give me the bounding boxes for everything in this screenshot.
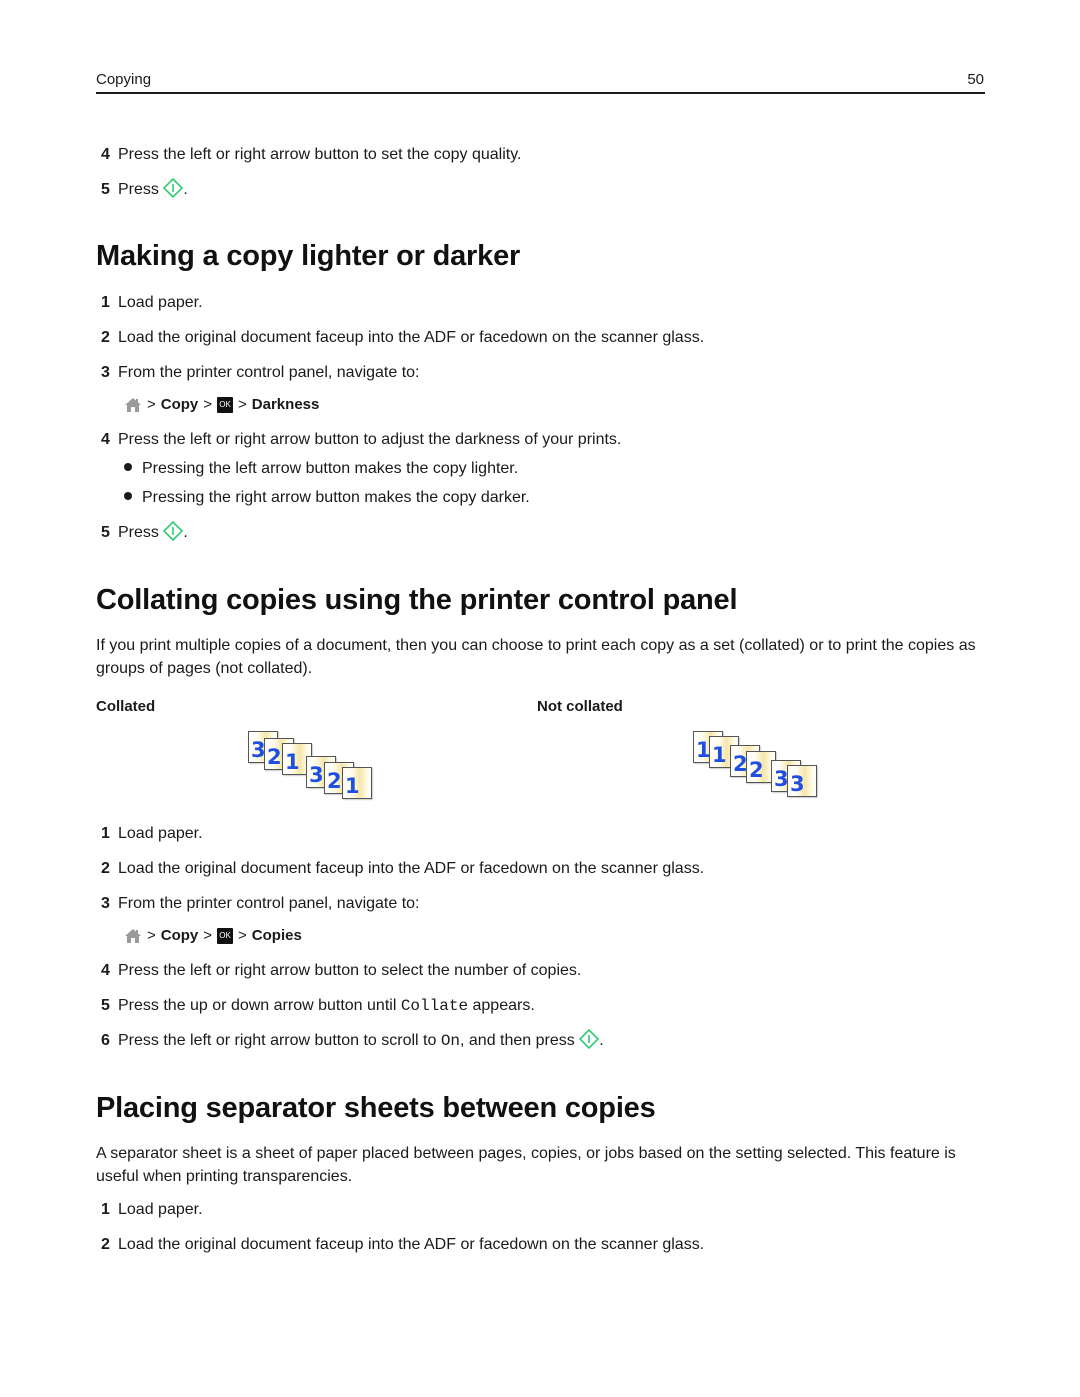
nav-item-copy: Copy bbox=[160, 396, 199, 413]
step-item: 3 From the printer control panel, navigat… bbox=[96, 363, 420, 383]
step-item: 5 Press . bbox=[96, 520, 188, 543]
step-item: 2 Load the original document faceup into … bbox=[96, 859, 704, 879]
step-number: 5 bbox=[101, 181, 110, 199]
page-number: 50 bbox=[967, 71, 984, 88]
home-icon bbox=[124, 928, 142, 944]
step-number: 5 bbox=[101, 997, 110, 1014]
page-sheet-number: 3 bbox=[309, 763, 324, 787]
page-sheet-number: 1 bbox=[712, 743, 727, 767]
page-sheet-number: 2 bbox=[267, 745, 282, 769]
step-item: 5 Press . bbox=[96, 177, 188, 200]
step-item: 4 Press the left or right arrow button to… bbox=[96, 961, 581, 981]
nav-item-copy: Copy bbox=[160, 927, 199, 944]
step-text: Press the left or right arrow button to … bbox=[118, 146, 522, 163]
not-collated-label: Not collated bbox=[537, 698, 623, 715]
running-header-section: Copying bbox=[96, 71, 152, 88]
step-number: 4 bbox=[101, 146, 110, 163]
start-button-icon bbox=[163, 520, 184, 542]
step-text: Press bbox=[118, 181, 159, 199]
step-number: 2 bbox=[101, 1236, 110, 1253]
step-number: 2 bbox=[101, 860, 110, 877]
step-text: Press the left or right arrow button to … bbox=[118, 1032, 437, 1050]
section-heading-collating: Collating copies using the printer contr… bbox=[96, 584, 738, 616]
page-sheet-number: 2 bbox=[749, 758, 764, 782]
nav-path-copies: > Copy > OK > Copies bbox=[124, 926, 302, 946]
step-number: 1 bbox=[101, 825, 110, 842]
bullet-dot bbox=[124, 491, 132, 500]
nav-separator: > bbox=[147, 927, 156, 944]
header-rule bbox=[96, 92, 985, 94]
nav-separator: > bbox=[238, 396, 247, 413]
step-text: Load paper. bbox=[118, 825, 203, 842]
bullet-dot bbox=[124, 462, 132, 471]
step-item: 1 Load paper. bbox=[96, 1200, 203, 1220]
step-text-suffix: . bbox=[183, 181, 188, 199]
step-text: Press the left or right arrow button to … bbox=[118, 962, 582, 979]
start-button-icon bbox=[579, 1028, 600, 1050]
step-item: 5 Press the up or down arrow button until… bbox=[96, 996, 535, 1016]
step-number: 1 bbox=[101, 1201, 110, 1218]
collated-label: Collated bbox=[96, 698, 156, 715]
step-text: Load the original document faceup into t… bbox=[118, 1236, 705, 1253]
page-sheet: 3 bbox=[787, 765, 817, 797]
step-text: Load the original document faceup into t… bbox=[118, 329, 705, 346]
step-text-suffix: appears. bbox=[472, 997, 535, 1014]
step-number: 4 bbox=[101, 431, 110, 448]
collating-intro-paragraph: If you print multiple copies of a docume… bbox=[96, 637, 976, 677]
bullet-item: Pressing the right arrow button makes th… bbox=[124, 488, 530, 508]
step-number: 3 bbox=[101, 364, 110, 381]
step-number: 4 bbox=[101, 962, 110, 979]
nav-separator: > bbox=[203, 927, 213, 944]
separator-intro-paragraph: A separator sheet is a sheet of paper pl… bbox=[96, 1145, 956, 1185]
step-item: 1 Load paper. bbox=[96, 824, 203, 844]
nav-item-darkness: Darkness bbox=[251, 396, 320, 413]
step-item: 4 Press the left or right arrow button to… bbox=[96, 145, 521, 165]
step-item: 2 Load the original document faceup into … bbox=[96, 328, 704, 348]
step-number: 2 bbox=[101, 329, 110, 346]
home-icon bbox=[124, 397, 142, 413]
step-text: Press the up or down arrow button until bbox=[118, 997, 397, 1014]
step-item: 6 Press the left or right arrow button to… bbox=[96, 1028, 604, 1051]
nav-separator: > bbox=[147, 396, 156, 413]
step-item: 4 Press the left or right arrow button to… bbox=[96, 430, 621, 450]
bullet-text: Pressing the left arrow button makes the… bbox=[142, 460, 519, 477]
step-text: Load paper. bbox=[118, 294, 203, 311]
step-item: 2 Load the original document faceup into … bbox=[96, 1235, 704, 1255]
step-text: Press bbox=[118, 524, 159, 542]
section-heading-lighter-darker: Making a copy lighter or darker bbox=[96, 240, 521, 272]
bullet-text: Pressing the right arrow button makes th… bbox=[142, 489, 530, 506]
step-text: From the printer control panel, navigate… bbox=[118, 895, 420, 912]
step-number: 6 bbox=[101, 1032, 110, 1050]
page-sheet-number: 1 bbox=[345, 774, 360, 798]
step-text: From the printer control panel, navigate… bbox=[118, 364, 420, 381]
code-on: On bbox=[440, 1032, 461, 1051]
page-sheet: 1 bbox=[342, 767, 372, 799]
start-button-icon bbox=[163, 177, 184, 199]
nav-separator: > bbox=[203, 396, 213, 413]
page-sheet-number: 1 bbox=[285, 750, 300, 774]
collated-illustration: 3 2 1 3 2 1 bbox=[248, 731, 378, 806]
step-text-suffix: . bbox=[183, 524, 188, 542]
code-collate: Collate bbox=[400, 997, 469, 1015]
step-text: Load the original document faceup into t… bbox=[118, 860, 705, 877]
step-item: 3 From the printer control panel, navigat… bbox=[96, 894, 420, 914]
nav-separator: > bbox=[238, 927, 247, 944]
section-heading-separator: Placing separator sheets between copies bbox=[96, 1092, 656, 1124]
step-text-suffix: . bbox=[599, 1032, 604, 1050]
step-text: Load paper. bbox=[118, 1201, 203, 1218]
step-text-middle: , and then press bbox=[460, 1032, 575, 1050]
step-text: Press the left or right arrow button to … bbox=[118, 431, 622, 448]
not-collated-illustration: 1 1 2 2 3 3 bbox=[693, 731, 823, 801]
page-sheet-number: 3 bbox=[790, 772, 805, 796]
nav-path-darkness: > Copy > OK > Darkness bbox=[124, 395, 319, 415]
step-number: 5 bbox=[101, 524, 110, 542]
bullet-item: Pressing the left arrow button makes the… bbox=[124, 459, 518, 479]
ok-button-icon: OK bbox=[217, 928, 234, 944]
step-number: 1 bbox=[101, 294, 110, 311]
step-item: 1 Load paper. bbox=[96, 293, 203, 313]
ok-button-icon: OK bbox=[217, 397, 234, 413]
step-number: 3 bbox=[101, 895, 110, 912]
nav-item-copies: Copies bbox=[251, 927, 302, 944]
page-sheet-number: 2 bbox=[327, 769, 342, 793]
